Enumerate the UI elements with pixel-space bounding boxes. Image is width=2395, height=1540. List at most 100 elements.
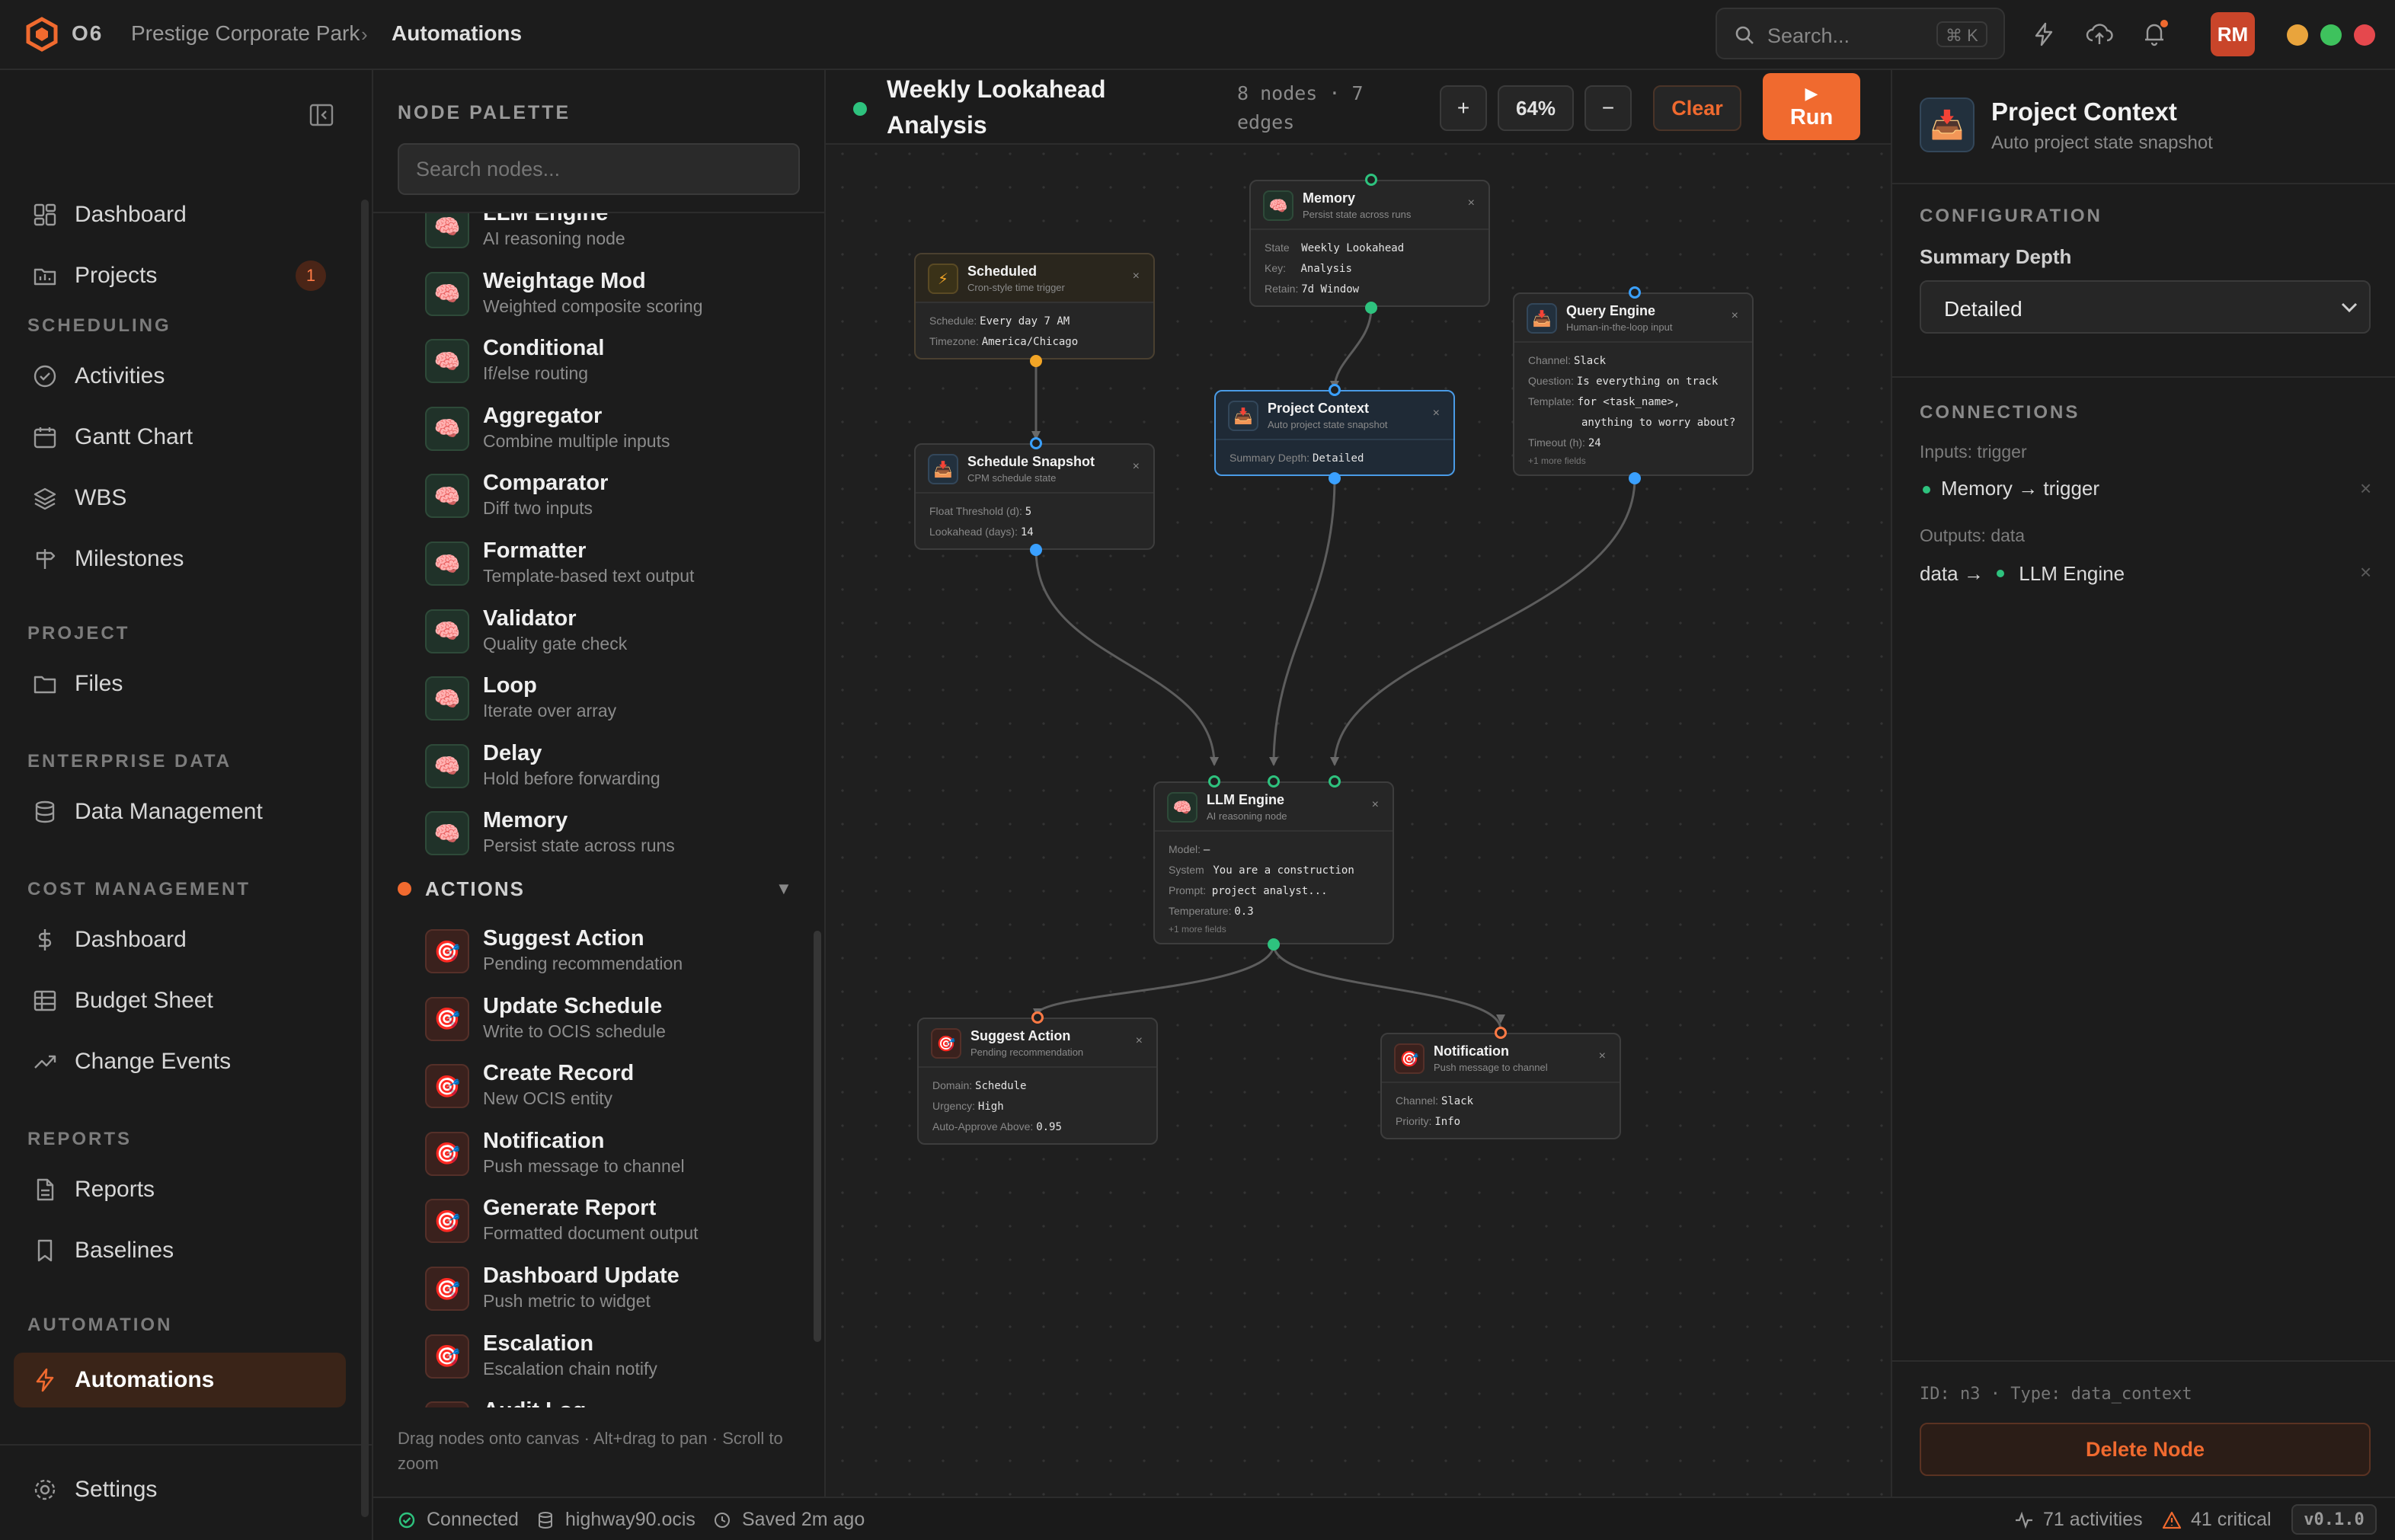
input-port[interactable] — [1365, 174, 1377, 186]
palette-item[interactable]: 🎯 Notification Push message to channel — [425, 1126, 791, 1187]
palette-item[interactable]: 🧠 Loop Iterate over array — [425, 670, 791, 731]
close-icon[interactable]: × — [1133, 270, 1140, 283]
input-port[interactable] — [1030, 437, 1042, 449]
nav-data-management[interactable]: Data Management — [14, 784, 346, 839]
gear-icon — [30, 1475, 59, 1504]
palette-item[interactable]: 🎯 Suggest Action Pending recommendation — [425, 923, 791, 984]
input-port[interactable] — [1031, 1011, 1044, 1024]
workflow-canvas[interactable]: Weekly Lookahead Analysis 8 nodes · 7 ed… — [826, 70, 1891, 1497]
inbox-icon: 📥 — [1920, 97, 1975, 152]
window-close-button[interactable] — [2354, 24, 2375, 46]
input-port[interactable] — [1208, 775, 1220, 788]
palette-item[interactable]: 🎯 Generate Report Formatted document outpu… — [425, 1193, 791, 1254]
input-port[interactable] — [1268, 775, 1280, 788]
close-icon[interactable]: × — [1731, 309, 1738, 323]
output-port[interactable] — [1030, 544, 1042, 556]
nav-change-events[interactable]: Change Events — [14, 1034, 346, 1089]
nav-automations[interactable]: Automations — [14, 1353, 346, 1407]
nav-gantt-chart[interactable]: Gantt Chart — [14, 410, 346, 465]
section-scheduling: SCHEDULING — [27, 315, 171, 336]
summary-depth-select[interactable]: Detailed — [1920, 280, 2371, 334]
lightning-icon[interactable] — [2031, 21, 2057, 47]
node-schedule-snapshot[interactable]: 📥 Schedule Snapshot CPM schedule state ×… — [914, 443, 1155, 550]
nav-projects[interactable]: Projects 1 — [14, 248, 346, 303]
input-port[interactable] — [1329, 775, 1341, 788]
nav-baselines[interactable]: Baselines — [14, 1223, 346, 1278]
palette-item[interactable]: 🎯 Create Record New OCIS entity — [425, 1058, 791, 1119]
input-port[interactable] — [1329, 384, 1341, 396]
node-query-engine[interactable]: 📥 Query Engine Human-in-the-loop input ×… — [1513, 292, 1754, 476]
collapse-triangle-icon[interactable]: ▼ — [775, 879, 792, 899]
palette-search-input[interactable] — [398, 143, 800, 195]
delete-node-button[interactable]: Delete Node — [1920, 1423, 2371, 1476]
global-search[interactable]: Search... ⌘ K — [1716, 8, 2005, 59]
edge-memory-context[interactable] — [1333, 307, 1373, 389]
output-connection[interactable]: data → LLM Engine — [1920, 562, 2125, 586]
palette-item[interactable]: 🎯 Update Schedule Write to OCIS schedule — [425, 991, 791, 1052]
nav-cost-dashboard[interactable]: Dashboard — [14, 912, 346, 967]
palette-item[interactable]: 🧠 Weightage Mod Weighted composite scoring — [425, 266, 791, 327]
activities-count[interactable]: 71 activities — [2014, 1509, 2143, 1531]
close-icon[interactable]: × — [1433, 407, 1440, 420]
nav-reports[interactable]: Reports — [14, 1162, 346, 1217]
critical-count[interactable]: 41 critical — [2162, 1509, 2272, 1531]
palette-item[interactable]: 🎯 Audit Log — [425, 1395, 791, 1407]
palette-item[interactable]: 🧠 Formatter Template-based text output — [425, 535, 791, 596]
remove-input-icon[interactable]: × — [2360, 477, 2371, 500]
actions-section-title[interactable]: ACTIONS — [425, 877, 525, 901]
palette-scrollbar[interactable] — [814, 931, 821, 1342]
edge-query-llm[interactable] — [1333, 478, 1636, 765]
edge-context-llm[interactable] — [1272, 478, 1336, 765]
remove-output-icon[interactable]: × — [2360, 561, 2371, 584]
palette-item[interactable]: 🧠 Delay Hold before forwarding — [425, 738, 791, 799]
edge-snapshot-llm[interactable] — [1034, 549, 1216, 765]
collapse-sidebar-icon[interactable] — [309, 104, 334, 126]
close-icon[interactable]: × — [1468, 196, 1475, 210]
nav-settings[interactable]: Settings — [14, 1462, 346, 1517]
sidebar-scrollbar[interactable] — [361, 200, 369, 1517]
avatar[interactable]: RM — [2211, 12, 2255, 56]
node-llm-engine[interactable]: 🧠 LLM Engine AI reasoning node × Model: … — [1153, 781, 1394, 944]
node-subtitle: AI reasoning node — [1207, 810, 1287, 822]
palette-item[interactable]: 🧠 Validator Quality gate check — [425, 603, 791, 664]
output-port[interactable] — [1629, 472, 1641, 484]
window-minimize-button[interactable] — [2287, 24, 2308, 46]
window-maximize-button[interactable] — [2320, 24, 2342, 46]
close-icon[interactable]: × — [1133, 460, 1140, 474]
output-port[interactable] — [1268, 938, 1280, 951]
edge-llm-suggest[interactable] — [1036, 944, 1275, 1015]
output-port[interactable] — [1030, 355, 1042, 367]
node-notification[interactable]: 🎯 Notification Push message to channel ×… — [1380, 1033, 1621, 1139]
palette-item[interactable]: 🎯 Escalation Escalation chain notify — [425, 1328, 791, 1389]
close-icon[interactable]: × — [1136, 1034, 1143, 1048]
palette-item[interactable]: 🧠 Conditional If/else routing — [425, 333, 791, 394]
cloud-upload-icon[interactable] — [2086, 21, 2113, 47]
nav-wbs[interactable]: WBS — [14, 471, 346, 526]
dashboard-icon — [30, 200, 59, 229]
nav-dashboard[interactable]: Dashboard — [14, 187, 346, 242]
palette-item[interactable]: 🧠 LLM Engine AI reasoning node — [425, 213, 791, 259]
palette-item[interactable]: 🧠 Comparator Diff two inputs — [425, 468, 791, 529]
close-icon[interactable]: × — [1599, 1050, 1606, 1063]
close-icon[interactable]: × — [1372, 798, 1379, 812]
palette-item[interactable]: 🧠 Memory Persist state across runs — [425, 805, 791, 866]
nav-budget-sheet[interactable]: Budget Sheet — [14, 973, 346, 1028]
input-connection[interactable]: Memory → trigger — [1941, 477, 2099, 500]
node-memory[interactable]: 🧠 Memory Persist state across runs × Sta… — [1249, 180, 1490, 307]
nav-activities[interactable]: Activities — [14, 349, 346, 404]
palette-item[interactable]: 🎯 Dashboard Update Push metric to widget — [425, 1260, 791, 1321]
logo-icon[interactable] — [24, 17, 59, 52]
nav-milestones[interactable]: Milestones — [14, 532, 346, 586]
edge-llm-notification[interactable] — [1272, 944, 1502, 1030]
input-port[interactable] — [1495, 1027, 1507, 1039]
nav-files[interactable]: Files — [14, 657, 346, 711]
palette-item[interactable]: 🧠 Aggregator Combine multiple inputs — [425, 401, 791, 462]
bell-icon[interactable] — [2141, 20, 2168, 47]
breadcrumb-project[interactable]: Prestige Corporate Park — [131, 21, 360, 46]
node-scheduled[interactable]: ⚡ Scheduled Cron-style time trigger × Sc… — [914, 253, 1155, 359]
input-port[interactable] — [1629, 286, 1641, 299]
output-port[interactable] — [1365, 302, 1377, 314]
node-suggest-action[interactable]: 🎯 Suggest Action Pending recommendation … — [917, 1018, 1158, 1145]
output-port[interactable] — [1329, 472, 1341, 484]
node-project-context[interactable]: 📥 Project Context Auto project state sna… — [1214, 390, 1455, 476]
